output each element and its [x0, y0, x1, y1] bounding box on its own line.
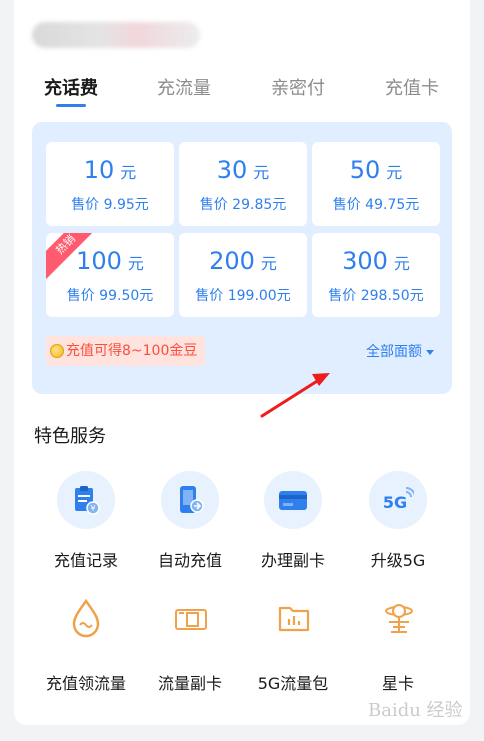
svg-text:5G: 5G: [383, 493, 407, 512]
amount-price: 售价 29.85元: [199, 197, 287, 213]
auto-recharge-icon: [180, 486, 204, 513]
baidu-watermark: Baidu 经验: [368, 700, 463, 721]
amount-option-10[interactable]: 10 元 售价 9.95元: [46, 142, 174, 226]
amount-value: 30 元: [216, 156, 270, 184]
service-label: 流量副卡: [157, 674, 222, 693]
service-auto-recharge[interactable]: 自动充值: [140, 471, 240, 571]
svg-text:¥: ¥: [90, 504, 95, 513]
service-star-card[interactable]: 星卡: [348, 592, 448, 693]
service-5g-data-pack[interactable]: 5G流量包: [243, 592, 343, 693]
service-upgrade-5g[interactable]: 5G 升级5G: [348, 471, 448, 571]
amount-price: 售价 298.50元: [328, 288, 424, 304]
service-recharge-record[interactable]: ¥ 充值记录: [36, 471, 136, 571]
amount-option-100[interactable]: 热销 100 元 售价 99.50元: [46, 233, 174, 317]
service-label: 5G流量包: [257, 674, 329, 693]
amount-price: 售价 199.00元: [195, 288, 291, 304]
sim-card-icon: [175, 609, 207, 630]
amount-value: 100 元: [76, 247, 144, 275]
all-amounts-label: 全部面额: [366, 344, 422, 360]
water-drop-icon: [72, 598, 100, 638]
service-secondary-card[interactable]: 办理副卡: [243, 471, 343, 571]
gold-bean-icon: [50, 344, 64, 358]
bonus-text: 充值可得8~100金豆: [66, 343, 198, 359]
tab-recharge-card[interactable]: 充值卡: [385, 74, 439, 100]
service-label: 办理副卡: [260, 551, 325, 570]
tab-phone-bill[interactable]: 充话费: [44, 74, 98, 100]
service-label: 自动充值: [157, 551, 222, 570]
recharge-tabs: 充话费 充流量 亲密付 充值卡: [14, 70, 470, 110]
amount-value: 10 元: [83, 156, 137, 184]
amount-option-200[interactable]: 200 元 售价 199.00元: [179, 233, 307, 317]
amount-value: 200 元: [209, 247, 277, 275]
5g-icon: 5G: [383, 487, 414, 512]
amount-option-300[interactable]: 300 元 售价 298.50元: [312, 233, 440, 317]
all-amounts-link[interactable]: 全部面额: [366, 341, 434, 361]
amount-option-50[interactable]: 50 元 售价 49.75元: [312, 142, 440, 226]
card-icon: [279, 491, 307, 510]
caret-down-icon: [426, 349, 434, 355]
phone-number-blurred: [32, 22, 200, 48]
amount-value: 300 元: [342, 247, 410, 275]
service-label: 升级5G: [370, 551, 426, 570]
tab-data[interactable]: 充流量: [157, 74, 211, 100]
amount-price: 售价 99.50元: [66, 288, 154, 304]
service-label: 充值领流量: [45, 674, 126, 693]
amount-price: 售价 49.75元: [332, 197, 420, 213]
amount-value: 50 元: [349, 156, 403, 184]
bonus-beans-tag: 充值可得8~100金豆: [46, 336, 206, 366]
amount-price: 售价 9.95元: [71, 197, 149, 213]
folder-chart-icon: [278, 606, 310, 632]
amount-option-30[interactable]: 30 元 售价 29.85元: [179, 142, 307, 226]
recharge-record-icon: ¥: [75, 486, 100, 515]
service-label: 星卡: [381, 674, 414, 693]
service-label: 充值记录: [53, 551, 118, 570]
featured-services-title: 特色服务: [34, 426, 106, 447]
service-data-secondary-card[interactable]: 流量副卡: [140, 592, 240, 693]
active-tab-indicator: [56, 104, 86, 107]
service-recharge-get-data[interactable]: 充值领流量: [36, 592, 136, 693]
tab-family-pay[interactable]: 亲密付: [271, 74, 325, 100]
star-card-icon: [385, 604, 413, 633]
